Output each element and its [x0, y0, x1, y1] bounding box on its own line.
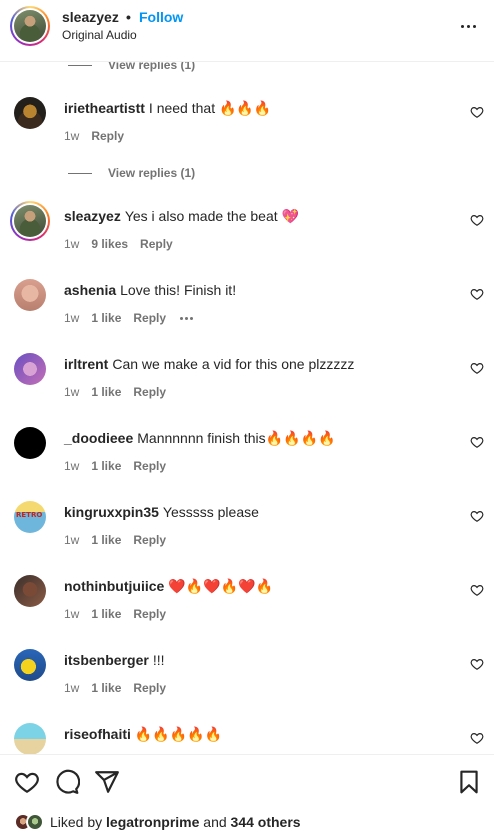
reply-button[interactable]: Reply — [133, 459, 166, 473]
comment-username[interactable]: kingruxxpin35 — [64, 504, 159, 520]
comment-username[interactable]: irltrent — [64, 356, 108, 372]
avatar[interactable] — [14, 649, 46, 681]
comment-username[interactable]: ashenia — [64, 282, 116, 298]
post-actions: Liked by legatronprime and 344 others — [0, 754, 494, 840]
comment-options-icon[interactable] — [180, 316, 195, 320]
avatar[interactable]: RETRO — [14, 501, 46, 533]
comment-username[interactable]: itsbenberger — [64, 652, 149, 668]
comment-time: 1w — [64, 681, 80, 695]
liked-by-user[interactable]: legatronprime — [106, 814, 199, 830]
view-replies-button[interactable]: View replies (1) — [68, 166, 195, 180]
heart-icon[interactable] — [470, 509, 484, 523]
reply-button[interactable]: Reply — [133, 533, 166, 547]
liker-avatar[interactable] — [26, 813, 44, 831]
avatar[interactable] — [14, 353, 46, 385]
comment-text: itsbenberger!!! — [64, 652, 165, 668]
more-options-icon[interactable] — [456, 16, 480, 36]
follow-button[interactable]: Follow — [139, 9, 183, 25]
comment-item: irietheartistt I need that 🔥🔥🔥 1w Reply — [0, 97, 494, 157]
comment-time: 1w — [64, 129, 80, 143]
post-header: sleazyez • Follow Original Audio — [0, 0, 494, 62]
like-count[interactable]: 1 like — [91, 385, 121, 399]
comment-time: 1w — [64, 311, 80, 325]
comment-text: sleazyez Yes i also made the beat 💖 — [64, 208, 299, 224]
comment-text: kingruxxpin35 Yesssss please — [64, 504, 259, 520]
like-count[interactable]: 1 like — [91, 533, 121, 547]
heart-icon[interactable] — [470, 287, 484, 301]
avatar[interactable] — [14, 97, 46, 129]
reply-button[interactable]: Reply — [133, 681, 166, 695]
like-count[interactable]: 1 like — [91, 681, 121, 695]
audio-label[interactable]: Original Audio — [62, 28, 137, 42]
comment-item: nothinbutjuiice ❤️🔥❤️🔥❤️🔥 1w 1 like Reply — [0, 575, 494, 635]
like-count[interactable]: 9 likes — [91, 237, 128, 251]
view-replies-button[interactable]: View replies (1) — [68, 62, 195, 72]
liked-by-and: and — [203, 814, 227, 830]
comment-text: nothinbutjuiice ❤️🔥❤️🔥❤️🔥 — [64, 578, 273, 594]
comments-list[interactable]: View replies (1) irietheartistt I need th… — [0, 62, 494, 754]
like-count[interactable]: 1 like — [91, 607, 121, 621]
like-heart-icon[interactable] — [14, 769, 40, 795]
like-count[interactable]: 1 like — [91, 311, 121, 325]
heart-icon[interactable] — [470, 657, 484, 671]
comment-icon[interactable] — [54, 769, 80, 795]
comment-text: ashenia Love this! Finish it! — [64, 282, 237, 298]
reply-button[interactable]: Reply — [133, 385, 166, 399]
liked-by: Liked by legatronprime and 344 others — [14, 813, 301, 831]
comment-time: 1w — [64, 459, 80, 473]
comment-item: ashenia Love this! Finish it! 1w 1 like R… — [0, 279, 494, 339]
heart-icon[interactable] — [470, 361, 484, 375]
reply-button[interactable]: Reply — [140, 237, 173, 251]
bookmark-icon[interactable] — [456, 769, 482, 795]
avatar[interactable] — [14, 427, 46, 459]
comment-item: sleazyez Yes i also made the beat 💖 1w 9 … — [0, 201, 494, 265]
reply-button[interactable]: Reply — [133, 607, 166, 621]
comment-item: RETRO kingruxxpin35 Yesssss please 1w 1 l… — [0, 501, 494, 561]
heart-icon[interactable] — [470, 435, 484, 449]
avatar[interactable] — [14, 723, 46, 754]
author-avatar[interactable] — [10, 6, 50, 46]
avatar[interactable] — [14, 279, 46, 311]
comment-time: 1w — [64, 385, 80, 399]
author-username[interactable]: sleazyez — [62, 9, 119, 25]
separator-dot: • — [126, 9, 131, 25]
share-icon[interactable] — [94, 769, 120, 795]
comment-username[interactable]: riseofhaiti — [64, 726, 131, 742]
comment-text: _doodieee Mannnnnn finish this🔥🔥🔥🔥 — [64, 430, 336, 446]
comment-text: irietheartistt I need that 🔥🔥🔥 — [64, 100, 272, 116]
comment-item: irltrent Can we make a vid for this one p… — [0, 353, 494, 413]
liked-by-prefix: Liked by — [50, 814, 103, 830]
avatar[interactable] — [14, 575, 46, 607]
comment-time: 1w — [64, 533, 80, 547]
heart-icon[interactable] — [470, 105, 484, 119]
comment-username[interactable]: nothinbutjuiice — [64, 578, 164, 594]
comment-item: _doodieee Mannnnnn finish this🔥🔥🔥🔥 1w 1 l… — [0, 427, 494, 487]
comment-username[interactable]: sleazyez — [64, 208, 121, 224]
heart-icon[interactable] — [470, 731, 484, 745]
comment-item: riseofhaiti 🔥🔥🔥🔥🔥 — [0, 723, 494, 754]
reply-button[interactable]: Reply — [91, 129, 124, 143]
like-count[interactable]: 1 like — [91, 459, 121, 473]
comment-time: 1w — [64, 237, 80, 251]
comment-username[interactable]: _doodieee — [64, 430, 133, 446]
comment-time: 1w — [64, 607, 80, 621]
liked-by-others[interactable]: 344 others — [231, 814, 301, 830]
heart-icon[interactable] — [470, 213, 484, 227]
comment-item: itsbenberger!!! 1w 1 like Reply — [0, 649, 494, 709]
avatar[interactable] — [10, 201, 50, 241]
comment-text: irltrent Can we make a vid for this one p… — [64, 356, 355, 372]
heart-icon[interactable] — [470, 583, 484, 597]
comment-username[interactable]: irietheartistt — [64, 100, 145, 116]
comment-text: riseofhaiti 🔥🔥🔥🔥🔥 — [64, 726, 223, 742]
reply-button[interactable]: Reply — [133, 311, 166, 325]
